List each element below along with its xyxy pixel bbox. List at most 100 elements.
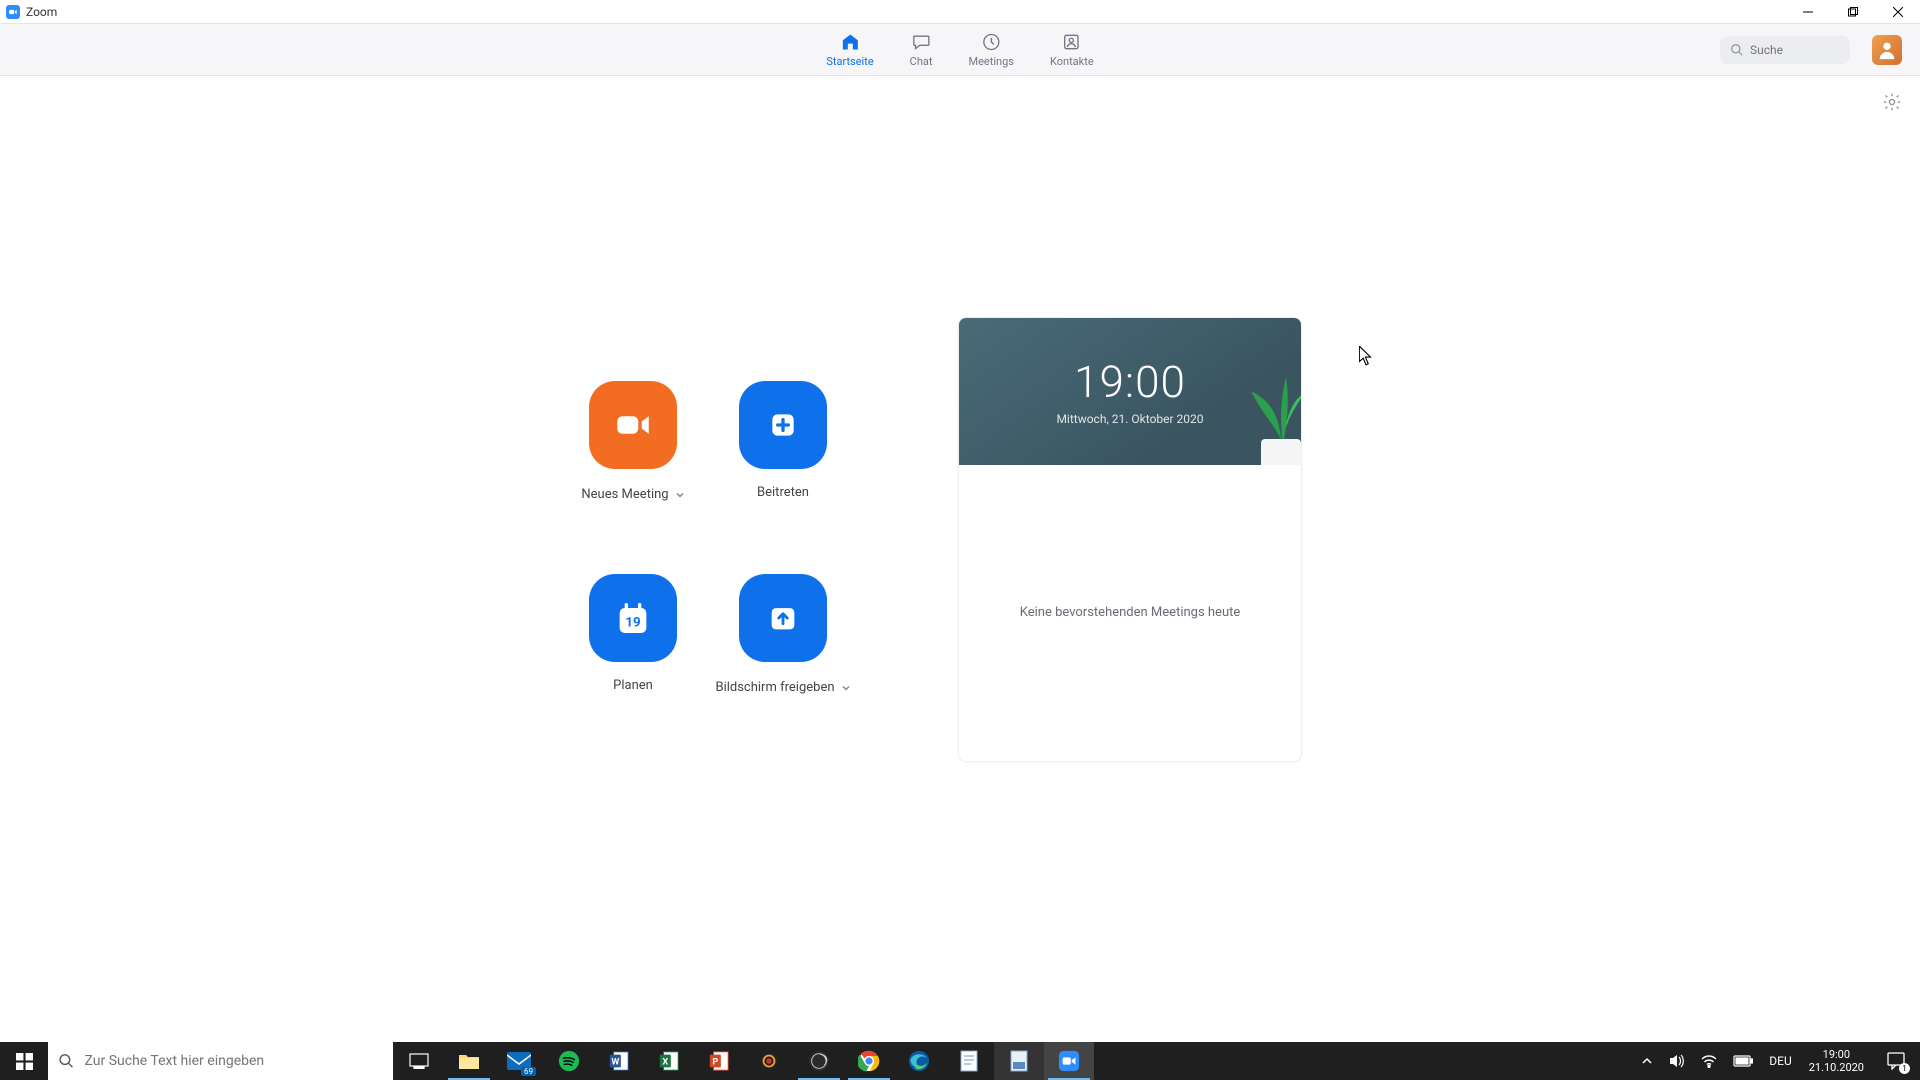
spotify-icon	[558, 1050, 580, 1072]
action-new-meeting: Neues Meeting	[558, 381, 708, 504]
app-title: Zoom	[26, 5, 57, 19]
chat-icon	[910, 31, 932, 53]
edge-button[interactable]	[894, 1042, 944, 1080]
obs-button[interactable]	[794, 1042, 844, 1080]
search-box[interactable]	[1720, 36, 1850, 64]
app-button-7[interactable]	[744, 1042, 794, 1080]
action-label: Beitreten	[757, 485, 809, 500]
schedule-button[interactable]: 19	[589, 574, 677, 662]
zoom-app-icon	[6, 5, 20, 19]
calendar-time: 19:00	[1074, 356, 1186, 408]
contacts-icon	[1061, 31, 1083, 53]
notification-badge: 1	[1899, 1063, 1910, 1074]
taskview-button[interactable]	[394, 1042, 444, 1080]
nav-tabs: Startseite Chat Meetings Kontakte	[822, 27, 1097, 72]
clock-time: 19:00	[1823, 1048, 1850, 1061]
word-button[interactable]: W	[594, 1042, 644, 1080]
action-share-screen: Bildschirm freigeben	[708, 574, 858, 697]
app-button-12[interactable]	[994, 1042, 1044, 1080]
chevron-down-icon[interactable]	[675, 485, 685, 504]
svg-text:19: 19	[625, 615, 640, 630]
tray-battery-icon[interactable]	[1730, 1055, 1756, 1067]
notification-center-button[interactable]: 1	[1872, 1042, 1920, 1080]
calendar-panel: 19:00 Mittwoch, 21. Oktober 2020 Keine b…	[958, 317, 1302, 762]
word-icon: W	[608, 1050, 630, 1072]
minimize-button[interactable]	[1785, 0, 1830, 23]
tab-home[interactable]: Startseite	[822, 27, 877, 72]
action-label: Neues Meeting	[581, 487, 668, 502]
notepad-button[interactable]	[944, 1042, 994, 1080]
svg-text:X: X	[662, 1058, 668, 1068]
share-screen-button[interactable]	[739, 574, 827, 662]
file-explorer-button[interactable]	[444, 1042, 494, 1080]
tab-label: Chat	[910, 55, 933, 68]
mail-button[interactable]: 69	[494, 1042, 544, 1080]
tab-chat[interactable]: Chat	[906, 27, 937, 72]
actions-grid: Neues Meeting Beitreten	[558, 381, 858, 697]
circle-app-icon	[758, 1050, 780, 1072]
notepad-icon	[959, 1050, 979, 1072]
plus-icon	[767, 409, 799, 441]
tab-contacts[interactable]: Kontakte	[1046, 27, 1098, 72]
chrome-button[interactable]	[844, 1042, 894, 1080]
share-icon	[766, 601, 800, 635]
action-schedule: 19 Planen	[558, 574, 708, 697]
close-button[interactable]	[1875, 0, 1920, 23]
top-nav: Startseite Chat Meetings Kontakte	[0, 23, 1920, 76]
plant-illustration	[1231, 371, 1301, 465]
windows-icon	[16, 1053, 33, 1070]
home-icon	[839, 31, 861, 53]
zoom-taskbar-button[interactable]	[1044, 1042, 1094, 1080]
action-label: Bildschirm freigeben	[715, 680, 834, 695]
system-tray: DEU	[1632, 1042, 1800, 1080]
search-icon	[1730, 43, 1744, 57]
spotify-button[interactable]	[544, 1042, 594, 1080]
tab-meetings[interactable]: Meetings	[964, 27, 1017, 72]
svg-text:P: P	[712, 1058, 718, 1068]
taskbar: 69 W X P	[0, 1042, 1920, 1080]
excel-button[interactable]: X	[644, 1042, 694, 1080]
tray-volume-icon[interactable]	[1666, 1054, 1688, 1068]
tab-label: Startseite	[826, 55, 873, 68]
folder-icon	[458, 1052, 480, 1070]
powerpoint-button[interactable]: P	[694, 1042, 744, 1080]
taskbar-search[interactable]	[48, 1042, 394, 1080]
new-meeting-button[interactable]	[589, 381, 677, 469]
video-icon	[612, 404, 654, 446]
main-content: Neues Meeting Beitreten	[0, 76, 1920, 1042]
clock-icon	[980, 31, 1002, 53]
calendar-empty-text: Keine bevorstehenden Meetings heute	[1020, 605, 1241, 620]
tab-label: Kontakte	[1050, 55, 1094, 68]
tray-language[interactable]: DEU	[1766, 1054, 1794, 1068]
maximize-button[interactable]	[1830, 0, 1875, 23]
document-icon	[1009, 1050, 1029, 1072]
join-button[interactable]	[739, 381, 827, 469]
clock-date: 21.10.2020	[1809, 1061, 1864, 1074]
edge-icon	[908, 1050, 930, 1072]
powerpoint-icon: P	[708, 1050, 730, 1072]
taskview-icon	[409, 1053, 429, 1069]
svg-text:W: W	[611, 1058, 619, 1068]
zoom-icon	[1058, 1050, 1080, 1072]
action-join: Beitreten	[708, 381, 858, 504]
mail-badge: 69	[521, 1067, 536, 1076]
calendar-icon: 19	[613, 598, 653, 638]
taskbar-clock[interactable]: 19:00 21.10.2020	[1801, 1042, 1872, 1080]
content-row: Neues Meeting Beitreten	[558, 317, 1302, 762]
tray-wifi-icon[interactable]	[1698, 1054, 1720, 1068]
calendar-header: 19:00 Mittwoch, 21. Oktober 2020	[959, 318, 1301, 465]
excel-icon: X	[658, 1050, 680, 1072]
taskbar-icons: 69 W X P	[394, 1042, 1094, 1080]
taskbar-search-input[interactable]	[85, 1053, 383, 1069]
start-button[interactable]	[0, 1042, 48, 1080]
tray-chevron-up[interactable]	[1638, 1055, 1656, 1067]
user-avatar[interactable]	[1872, 35, 1902, 65]
tab-label: Meetings	[968, 55, 1013, 68]
chevron-down-icon[interactable]	[841, 678, 851, 697]
titlebar: Zoom	[0, 0, 1920, 23]
window-controls	[1785, 0, 1920, 23]
search-icon	[58, 1052, 75, 1070]
search-input[interactable]	[1750, 43, 1840, 57]
action-label: Planen	[613, 678, 653, 693]
chrome-icon	[858, 1050, 880, 1072]
